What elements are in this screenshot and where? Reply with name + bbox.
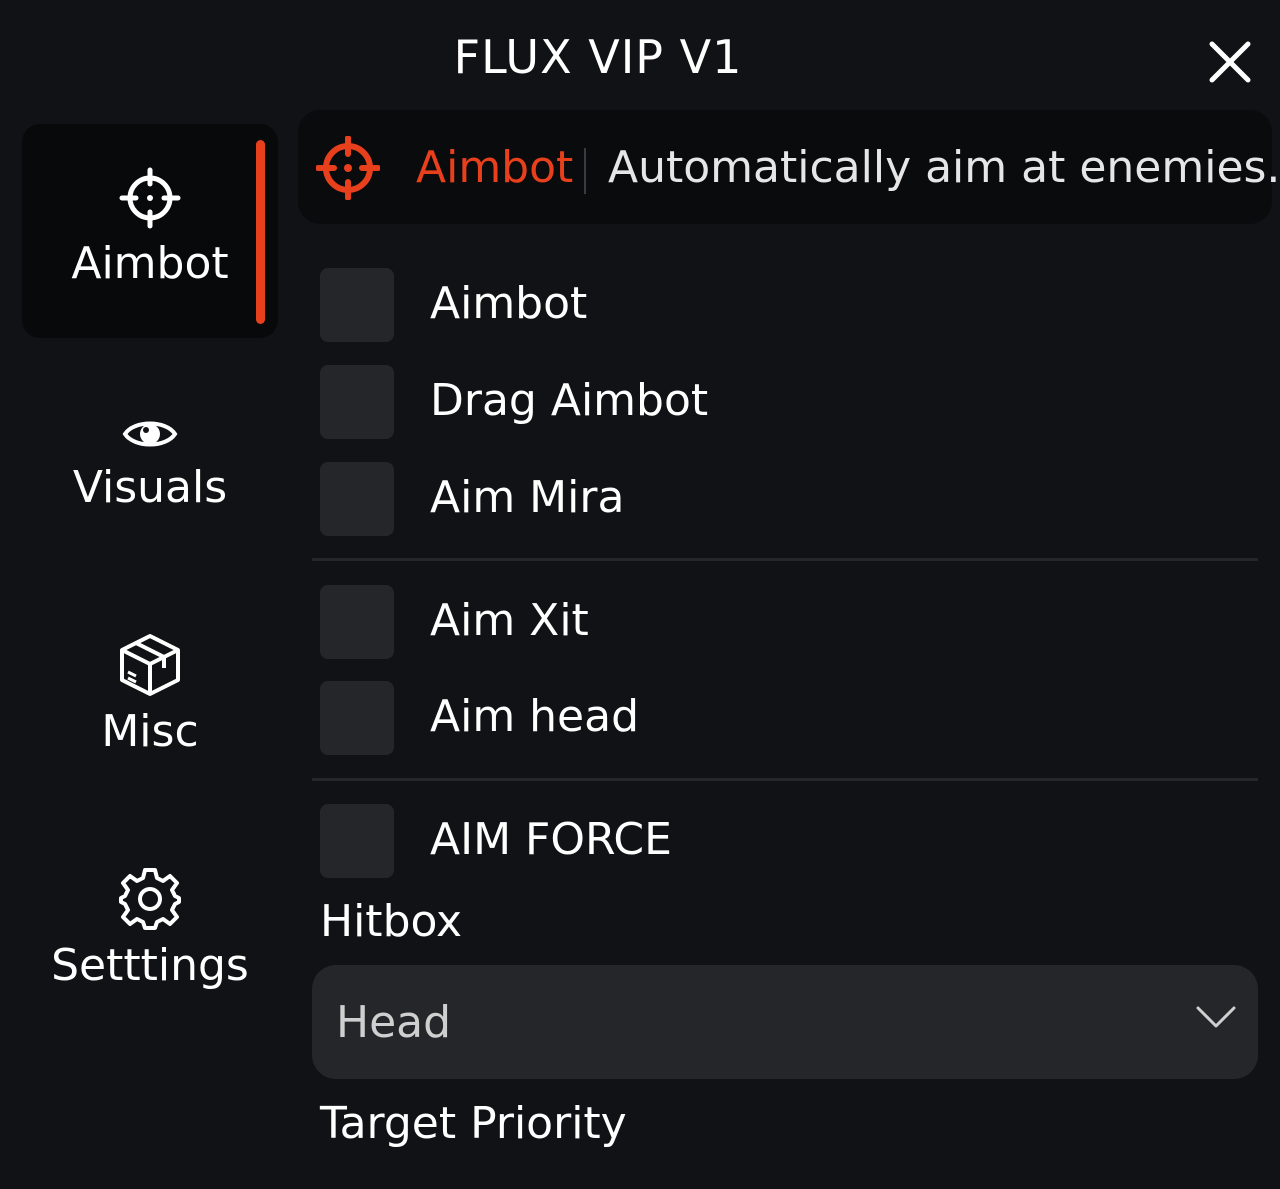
section-divider (312, 558, 1258, 561)
section-header-banner: Aimbot Automatically aim at enemies. (298, 110, 1280, 224)
close-button[interactable] (1206, 38, 1254, 86)
checkbox[interactable] (320, 681, 394, 755)
option-label: Drag Aimbot (430, 375, 709, 426)
window-title: FLUX VIP V1 (453, 30, 743, 84)
close-icon[interactable] (1206, 38, 1254, 86)
gear-icon (119, 868, 181, 930)
option-label: Aimbot (430, 278, 588, 329)
sidebar-item-label: Visuals (72, 462, 228, 513)
sidebar-item-misc[interactable]: Misc (22, 610, 278, 824)
hitbox-selected-value: Head (336, 997, 452, 1048)
checkbox[interactable] (320, 462, 394, 536)
option-label: AIM FORCE (430, 814, 672, 865)
section-divider (312, 778, 1258, 781)
crosshair-icon (316, 136, 380, 200)
flux-menu-window: FLUX VIP V1 Aimbot Visuals Misc Settting… (0, 0, 1280, 1189)
eye-icon (122, 421, 178, 447)
crosshair-icon (119, 167, 181, 229)
option-label: Aim Xit (430, 595, 589, 646)
active-tab-indicator (256, 140, 265, 324)
sidebar-item-label: Aimbot (71, 238, 229, 289)
box-icon (120, 634, 180, 696)
hitbox-select[interactable]: Head (312, 965, 1258, 1079)
sidebar-item-visuals[interactable]: Visuals (22, 374, 278, 588)
target-priority-label: Target Priority (320, 1098, 627, 1149)
chevron-down-icon (1196, 1006, 1236, 1028)
checkbox[interactable] (320, 365, 394, 439)
sidebar-item-label: Setttings (51, 940, 249, 991)
hitbox-label: Hitbox (320, 896, 463, 947)
sidebar-item-settings[interactable]: Setttings (22, 846, 278, 1060)
sidebar-item-aimbot[interactable]: Aimbot (22, 124, 278, 338)
banner-divider (584, 148, 586, 194)
checkbox[interactable] (320, 585, 394, 659)
section-title: Aimbot (416, 142, 574, 193)
option-label: Aim head (430, 691, 640, 742)
checkbox[interactable] (320, 268, 394, 342)
option-label: Aim Mira (430, 472, 625, 523)
section-description: Automatically aim at enemies. (608, 142, 1280, 193)
sidebar-item-label: Misc (101, 706, 199, 757)
checkbox[interactable] (320, 804, 394, 878)
